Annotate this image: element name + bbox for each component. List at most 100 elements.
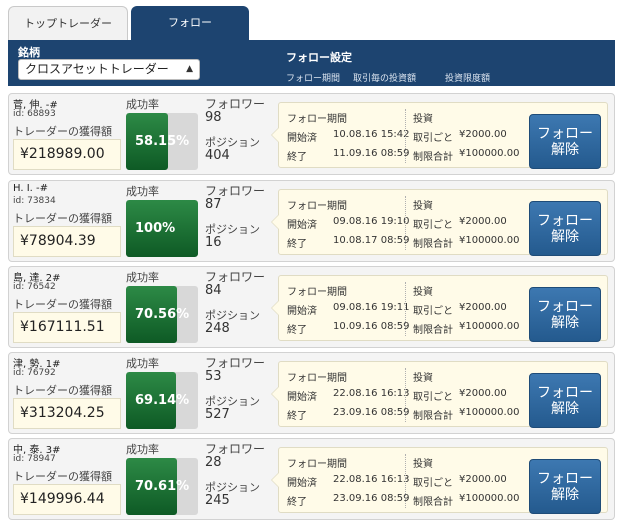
end-value: 10.09.16 08:59: [333, 321, 410, 332]
start-label: 開始済: [287, 133, 317, 144]
column-header-period: フォロー期間: [286, 74, 341, 84]
earnings-value: ¥167111.51: [13, 312, 121, 343]
detail-divider: [405, 282, 406, 336]
end-label: 終了: [287, 325, 307, 336]
positions-value: 248: [205, 321, 230, 336]
limit-total-label: 制限合計: [413, 325, 453, 336]
trader-id: id: 76542: [13, 282, 56, 292]
unfollow-button[interactable]: フォロー 解除: [529, 459, 601, 514]
success-rate-label: 成功率: [126, 98, 159, 111]
unfollow-button[interactable]: フォロー 解除: [529, 201, 601, 256]
trader-card: 中, 泰. 3# id: 78947 トレーダーの獲得額 ¥149996.44 …: [8, 438, 615, 520]
success-rate-label: 成功率: [126, 271, 159, 284]
success-rate-bar: 69.14%: [126, 372, 198, 429]
earnings-value: ¥218989.00: [13, 139, 121, 170]
per-trade-label: 取引ごと: [413, 133, 453, 144]
detail-divider: [405, 196, 406, 250]
start-value: 10.08.16 15:42: [333, 129, 410, 140]
earnings-label: トレーダーの獲得額: [13, 298, 112, 311]
earnings-label: トレーダーの獲得額: [13, 212, 112, 225]
trader-type-select[interactable]: クロスアセットトレーダー ▲: [18, 59, 200, 80]
per-trade-value: ¥2000.00: [459, 129, 507, 140]
trader-name[interactable]: H. I. -#: [13, 183, 48, 194]
followers-value: 84: [205, 283, 222, 298]
unfollow-button[interactable]: フォロー 解除: [529, 114, 601, 169]
follow-settings-heading: フォロー設定: [286, 51, 352, 64]
earnings-value: ¥313204.25: [13, 398, 121, 429]
success-rate-value: 58.15%: [135, 134, 190, 149]
header-bar: 銘柄 クロスアセットトレーダー ▲ フォロー設定 フォロー期間 取引毎の投資額 …: [8, 40, 615, 86]
select-value: クロスアセットトレーダー: [25, 62, 169, 76]
limit-total-label: 制限合計: [413, 239, 453, 250]
investment-label: 投資: [413, 114, 433, 125]
follow-period-label: フォロー期間: [287, 287, 347, 298]
follow-detail-panel: フォロー期間 開始済 09.08.16 19:10 終了 10.08.17 08…: [271, 189, 608, 256]
positions-value: 527: [205, 407, 230, 422]
limit-total-value: ¥100000.00: [459, 493, 520, 504]
success-rate-value: 100%: [135, 221, 176, 236]
unfollow-label-line1: フォロー: [537, 299, 593, 315]
unfollow-label-line2: 解除: [551, 142, 579, 158]
tab-follow[interactable]: フォロー: [131, 6, 249, 40]
follow-period-label: フォロー期間: [287, 114, 347, 125]
end-value: 23.09.16 08:59: [333, 493, 410, 504]
detail-divider: [405, 368, 406, 422]
start-label: 開始済: [287, 306, 317, 317]
follow-detail-panel: フォロー期間 開始済 22.08.16 16:13 終了 23.09.16 08…: [271, 447, 608, 514]
trader-card: 菅, 伸. -# id: 68893 トレーダーの獲得額 ¥218989.00 …: [8, 93, 615, 175]
unfollow-button[interactable]: フォロー 解除: [529, 287, 601, 342]
earnings-value: ¥78904.39: [13, 226, 121, 257]
follow-detail-panel: フォロー期間 開始済 09.08.16 19:11 終了 10.09.16 08…: [271, 275, 608, 342]
start-label: 開始済: [287, 478, 317, 489]
end-value: 11.09.16 08:59: [333, 148, 410, 159]
unfollow-button[interactable]: フォロー 解除: [529, 373, 601, 428]
positions-value: 245: [205, 493, 230, 508]
per-trade-label: 取引ごと: [413, 392, 453, 403]
per-trade-label: 取引ごと: [413, 478, 453, 489]
per-trade-value: ¥2000.00: [459, 388, 507, 399]
tab-top-traders[interactable]: トップトレーダー: [8, 6, 128, 40]
limit-total-value: ¥100000.00: [459, 321, 520, 332]
success-rate-bar: 100%: [126, 200, 198, 257]
limit-total-label: 制限合計: [413, 411, 453, 422]
select-arrow-icon: ▲: [186, 64, 193, 74]
symbol-label: 銘柄: [18, 46, 40, 59]
unfollow-label-line2: 解除: [551, 487, 579, 503]
unfollow-label-line2: 解除: [551, 229, 579, 245]
trader-card: 津, 勢. 1# id: 76792 トレーダーの獲得額 ¥313204.25 …: [8, 352, 615, 434]
success-rate-label: 成功率: [126, 443, 159, 456]
followers-value: 53: [205, 369, 222, 384]
followers-value: 87: [205, 197, 222, 212]
investment-label: 投資: [413, 373, 433, 384]
per-trade-value: ¥2000.00: [459, 216, 507, 227]
trader-id: id: 68893: [13, 109, 56, 119]
limit-total-value: ¥100000.00: [459, 407, 520, 418]
positions-value: 404: [205, 148, 230, 163]
limit-total-label: 制限合計: [413, 152, 453, 163]
follow-period-label: フォロー期間: [287, 373, 347, 384]
success-rate-value: 70.56%: [135, 307, 190, 322]
earnings-label: トレーダーの獲得額: [13, 470, 112, 483]
success-rate-label: 成功率: [126, 185, 159, 198]
end-label: 終了: [287, 497, 307, 508]
followers-value: 28: [205, 455, 222, 470]
earnings-value: ¥149996.44: [13, 484, 121, 515]
success-rate-bar: 70.61%: [126, 458, 198, 515]
follow-period-label: フォロー期間: [287, 459, 347, 470]
per-trade-value: ¥2000.00: [459, 474, 507, 485]
limit-total-label: 制限合計: [413, 497, 453, 508]
follow-detail-panel: フォロー期間 開始済 10.08.16 15:42 終了 11.09.16 08…: [271, 102, 608, 169]
end-value: 23.09.16 08:59: [333, 407, 410, 418]
per-trade-value: ¥2000.00: [459, 302, 507, 313]
per-trade-label: 取引ごと: [413, 306, 453, 317]
unfollow-label-line2: 解除: [551, 401, 579, 417]
followers-value: 98: [205, 110, 222, 125]
investment-label: 投資: [413, 287, 433, 298]
success-rate-label: 成功率: [126, 357, 159, 370]
follow-period-label: フォロー期間: [287, 201, 347, 212]
unfollow-label-line1: フォロー: [537, 213, 593, 229]
success-rate-bar: 58.15%: [126, 113, 198, 170]
unfollow-label-line1: フォロー: [537, 385, 593, 401]
positions-value: 16: [205, 235, 222, 250]
column-header-per-trade: 取引毎の投資額: [353, 74, 417, 84]
